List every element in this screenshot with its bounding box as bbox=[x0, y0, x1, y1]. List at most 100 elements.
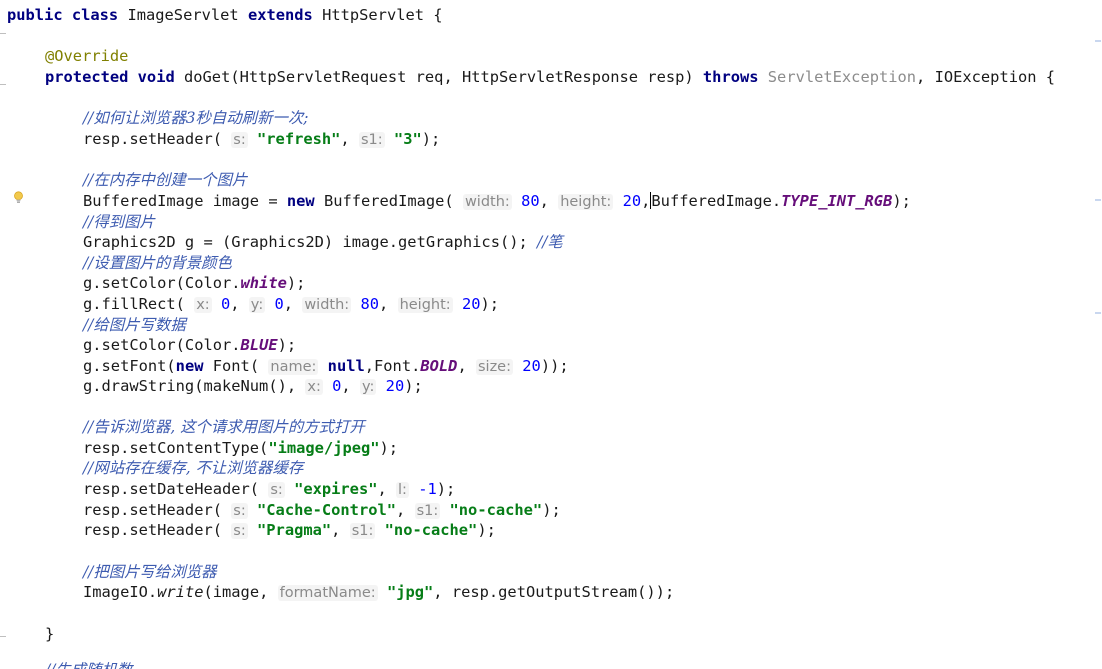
code-text: ); bbox=[480, 295, 500, 313]
code-text: ); bbox=[542, 501, 561, 519]
code-text: BufferedImage image = bbox=[83, 192, 287, 210]
lightbulb-icon[interactable] bbox=[13, 191, 24, 204]
code-text: , bbox=[457, 357, 476, 375]
string-literal: "Cache-Control" bbox=[257, 501, 397, 519]
keyword: null bbox=[327, 357, 365, 375]
parameter-hint: x: bbox=[194, 297, 212, 313]
keyword: public class bbox=[7, 6, 119, 24]
number-literal: 20 bbox=[385, 377, 405, 395]
static-field: BOLD bbox=[420, 357, 458, 375]
code-line-comment[interactable]: //如何让浏览器3秒自动刷新一次; bbox=[83, 108, 308, 128]
number-literal: 0 bbox=[274, 295, 284, 313]
code-text: Font( bbox=[203, 357, 260, 375]
string-literal: "jpg" bbox=[386, 583, 434, 601]
parameter-hint: s: bbox=[231, 503, 248, 519]
static-field: white bbox=[240, 274, 287, 292]
comment: //笔 bbox=[537, 233, 563, 251]
code-line-class-declaration[interactable]: public class ImageServlet extends HttpSe… bbox=[7, 5, 443, 25]
static-method: write bbox=[157, 583, 204, 601]
code-text: ); bbox=[892, 192, 911, 210]
parameter-hint: size: bbox=[475, 359, 513, 375]
fold-marker[interactable] bbox=[0, 636, 6, 637]
code-text: HttpServlet { bbox=[312, 6, 443, 24]
number-literal: 20 bbox=[622, 192, 642, 210]
unused-exception: ServletException bbox=[758, 68, 917, 86]
code-line-fill-rect[interactable]: g.fillRect( x: 0, y: 0, width: 80, heigh… bbox=[83, 294, 499, 314]
comment: //如何让浏览器3秒自动刷新一次; bbox=[83, 109, 309, 127]
code-text: , bbox=[396, 501, 415, 519]
code-line-method-declaration[interactable]: protected void doGet(HttpServletRequest … bbox=[45, 67, 1055, 87]
code-line-comment[interactable]: //得到图片 bbox=[83, 212, 155, 232]
number-literal: 20 bbox=[461, 295, 481, 313]
number-literal: -1 bbox=[418, 480, 437, 498]
scroll-marker[interactable] bbox=[1095, 312, 1101, 314]
comment: //网站存在缓存, 不让浏览器缓存 bbox=[83, 459, 304, 477]
code-text: resp.setHeader( bbox=[83, 501, 222, 519]
code-editor[interactable]: public class ImageServlet extends HttpSe… bbox=[0, 0, 1102, 669]
string-literal: "no-cache" bbox=[384, 521, 478, 539]
code-text: resp.setContentType( bbox=[83, 439, 269, 457]
code-line-comment[interactable]: //在内存中创建一个图片 bbox=[83, 170, 247, 190]
scroll-marker[interactable] bbox=[1095, 199, 1101, 201]
comment: //得到图片 bbox=[83, 213, 155, 231]
code-text: ImageIO. bbox=[83, 583, 158, 601]
code-line-comment[interactable]: //把图片写给浏览器 bbox=[83, 562, 217, 582]
code-line-comment[interactable]: //给图片写数据 bbox=[83, 315, 186, 335]
string-literal: "Pragma" bbox=[257, 521, 332, 539]
code-text: BufferedImage( bbox=[314, 192, 454, 210]
string-literal: "expires" bbox=[294, 480, 378, 498]
code-line-comment-partial[interactable]: //生成随机数 bbox=[45, 660, 132, 669]
parameter-hint: x: bbox=[305, 379, 323, 395]
code-line-image-write[interactable]: ImageIO.write(image, formatName: "jpg", … bbox=[83, 582, 674, 602]
comment: //生成随机数 bbox=[45, 661, 132, 669]
editor-scrollbar[interactable] bbox=[1094, 0, 1102, 669]
code-line-set-cache-control[interactable]: resp.setHeader( s: "Cache-Control", s1: … bbox=[83, 500, 561, 520]
fold-marker[interactable] bbox=[0, 33, 6, 34]
code-text: g.setColor(Color. bbox=[83, 274, 241, 292]
parameter-hint: height: bbox=[558, 194, 614, 210]
code-line-comment[interactable]: //网站存在缓存, 不让浏览器缓存 bbox=[83, 458, 303, 478]
code-line-closing-brace[interactable]: } bbox=[45, 624, 54, 644]
static-field: BLUE bbox=[240, 336, 278, 354]
code-line-annotation[interactable]: @Override bbox=[45, 46, 128, 66]
parameter-hint: y: bbox=[248, 297, 266, 313]
class-name: ImageServlet bbox=[118, 6, 248, 24]
code-line-draw-string[interactable]: g.drawString(makeNum(), x: 0, y: 20); bbox=[83, 376, 423, 396]
code-line-set-date-header[interactable]: resp.setDateHeader( s: "expires", l: -1)… bbox=[83, 479, 455, 499]
parameter-hint: s: bbox=[268, 482, 285, 498]
parameter-hint: y: bbox=[359, 379, 377, 395]
code-line-create-image[interactable]: BufferedImage image = new BufferedImage(… bbox=[83, 191, 911, 211]
string-literal: "3" bbox=[393, 130, 422, 148]
code-text: g.drawString(makeNum(), bbox=[83, 377, 306, 395]
code-line-set-content-type[interactable]: resp.setContentType("image/jpeg"); bbox=[83, 438, 398, 458]
code-text: , bbox=[641, 192, 651, 210]
fold-marker[interactable] bbox=[0, 84, 6, 85]
code-line-set-color-blue[interactable]: g.setColor(Color.BLUE); bbox=[83, 335, 296, 355]
string-literal: "no-cache" bbox=[449, 501, 543, 519]
code-line-set-refresh-header[interactable]: resp.setHeader( s: "refresh", s1: "3"); bbox=[83, 129, 440, 149]
comment: //把图片写给浏览器 bbox=[83, 563, 217, 581]
scroll-marker[interactable] bbox=[1095, 40, 1101, 42]
code-text: ); bbox=[277, 336, 297, 354]
code-line-set-color-white[interactable]: g.setColor(Color.white); bbox=[83, 273, 305, 293]
editor-gutter[interactable] bbox=[0, 0, 36, 669]
code-text: )); bbox=[540, 357, 569, 375]
code-text: ); bbox=[404, 377, 423, 395]
code-text: ); bbox=[379, 439, 399, 457]
code-line-comment[interactable]: //设置图片的背景颜色 bbox=[83, 253, 232, 273]
code-line-set-pragma[interactable]: resp.setHeader( s: "Pragma", s1: "no-cac… bbox=[83, 520, 496, 540]
keyword: protected void bbox=[45, 68, 175, 86]
code-text: ,Font. bbox=[364, 357, 421, 375]
code-line-comment[interactable]: //告诉浏览器, 这个请求用图片的方式打开 bbox=[83, 417, 365, 437]
code-text: ); bbox=[477, 521, 496, 539]
number-literal: 80 bbox=[360, 295, 380, 313]
comment: //给图片写数据 bbox=[83, 316, 186, 334]
code-text: g.setFont( bbox=[83, 357, 176, 375]
keyword: throws bbox=[702, 68, 759, 86]
number-literal: 0 bbox=[332, 377, 342, 395]
string-literal: "refresh" bbox=[257, 130, 341, 148]
annotation: @Override bbox=[45, 47, 129, 65]
code-line-set-font[interactable]: g.setFont(new Font( name: null,Font.BOLD… bbox=[83, 356, 569, 376]
code-line-get-graphics[interactable]: Graphics2D g = (Graphics2D) image.getGra… bbox=[83, 232, 563, 252]
parameter-hint: s: bbox=[231, 132, 248, 148]
